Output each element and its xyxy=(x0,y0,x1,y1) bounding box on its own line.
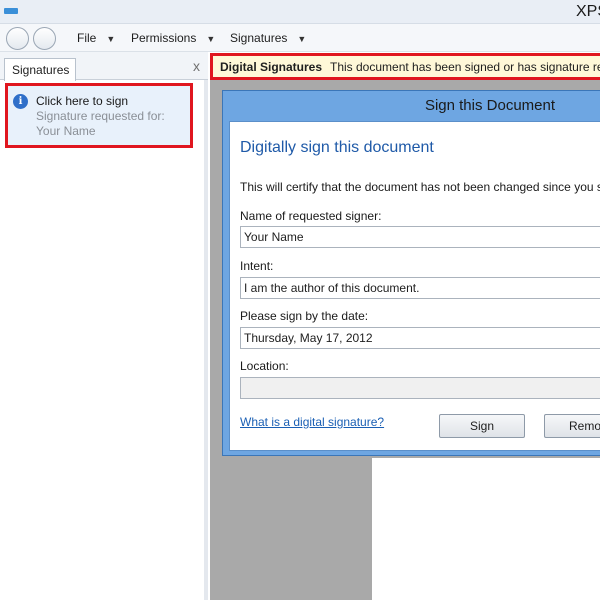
dialog-body: Digitally sign this document This will c… xyxy=(229,121,600,451)
pane-splitter[interactable] xyxy=(204,80,208,600)
location-field[interactable] xyxy=(240,377,600,399)
document-page xyxy=(372,458,600,600)
infobar-message: This document has been signed or has sig… xyxy=(330,60,600,74)
forward-button[interactable] xyxy=(33,27,56,50)
chevron-down-icon: ▼ xyxy=(297,34,307,44)
signatures-infobar[interactable]: Digital Signatures This document has bee… xyxy=(210,53,600,80)
tab-signatures[interactable]: Signatures xyxy=(4,58,76,81)
menu-signatures-label: Signatures xyxy=(230,31,288,45)
help-link[interactable]: What is a digital signature? xyxy=(240,415,384,429)
menu-signatures[interactable]: Signatures ▼ xyxy=(230,31,306,45)
pane-tabstrip: Signatures x xyxy=(0,52,208,81)
chevron-down-icon: ▼ xyxy=(206,34,216,44)
chevron-down-icon: ▼ xyxy=(106,34,116,44)
menu-permissions[interactable]: Permissions ▼ xyxy=(131,31,215,45)
info-icon: i xyxy=(13,94,28,109)
dialog-title: Sign this Document xyxy=(424,97,556,114)
menu-file[interactable]: File ▼ xyxy=(77,31,115,45)
intent-label: Intent: xyxy=(240,259,274,273)
signature-request-name: Your Name xyxy=(36,124,96,138)
menu-permissions-label: Permissions xyxy=(131,31,197,45)
menu-bar: File ▼ Permissions ▼ Signatures ▼ xyxy=(0,24,600,52)
infobar-title: Digital Signatures xyxy=(220,60,323,74)
location-label: Location: xyxy=(240,359,289,373)
signature-request-item[interactable]: i Click here to sign Signature requested… xyxy=(5,83,193,148)
date-field[interactable]: Thursday, May 17, 2012 xyxy=(240,327,600,349)
window-title: XPS xyxy=(576,3,600,20)
close-icon[interactable]: x xyxy=(193,58,200,74)
dialog-heading: Digitally sign this document xyxy=(240,139,434,156)
sign-button[interactable]: Sign xyxy=(439,414,525,438)
dialog-description: This will certify that the document has … xyxy=(240,180,600,194)
sign-document-dialog: Sign this Document Digitally sign this d… xyxy=(222,90,600,456)
menu-file-label: File xyxy=(77,31,97,45)
signer-field[interactable]: Your Name xyxy=(240,226,600,248)
signatures-pane: Signatures x i Click here to sign Signat… xyxy=(0,52,208,600)
intent-field[interactable]: I am the author of this document. xyxy=(240,277,600,299)
title-bar: XPS xyxy=(0,0,600,24)
date-label: Please sign by the date: xyxy=(240,309,369,323)
signer-label: Name of requested signer: xyxy=(240,209,382,223)
back-button[interactable] xyxy=(6,27,29,50)
app-icon xyxy=(4,8,18,14)
signature-request-subtitle: Signature requested for: xyxy=(36,109,165,123)
signature-request-title: Click here to sign xyxy=(36,94,129,108)
remove-button[interactable]: Remo xyxy=(544,414,600,438)
